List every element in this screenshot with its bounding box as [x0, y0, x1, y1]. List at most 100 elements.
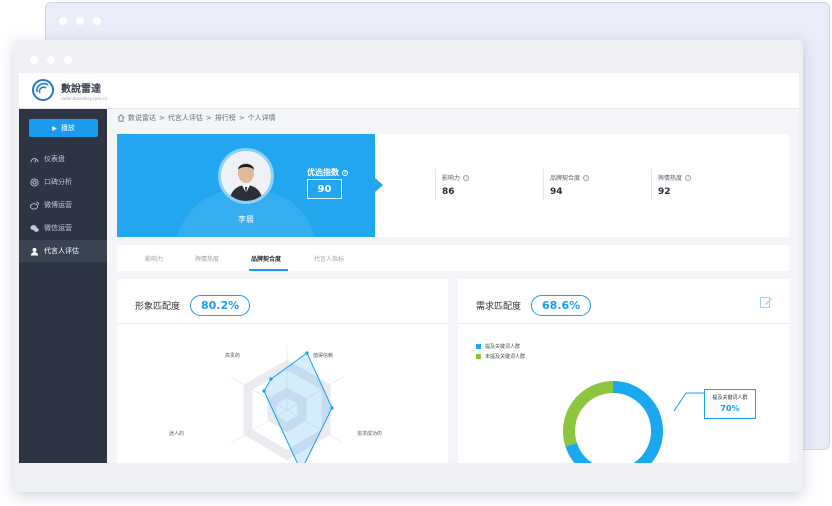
screenshot-stage: 數說雷達 radar.datastory.com.cn ▶ 播放 仪表盘 口碑分… — [0, 0, 832, 506]
sidebar-item-label: 口碑分析 — [44, 178, 72, 186]
breadcrumb: 数说雷达 > 代言人评估 > 排行榜 > 个人详情 — [117, 112, 276, 124]
metric-label: 影响力 ? — [442, 173, 470, 182]
sidebar-item-label: 微信运营 — [44, 224, 72, 232]
window-dot — [64, 56, 72, 64]
dashboard-icon — [30, 157, 39, 162]
metric-influence: 影响力 ? 86 — [442, 173, 470, 197]
metric-value: 86 — [442, 187, 455, 197]
sidebar-item-spokesperson[interactable]: 代言人评估 — [19, 240, 107, 262]
donut-slice-2[interactable] — [563, 381, 614, 447]
metric-label: 品牌契合度 ? — [550, 173, 590, 182]
panel-divider — [458, 323, 789, 324]
metric-label: 舆情热度 ? — [658, 173, 692, 182]
play-button-label: 播放 — [60, 124, 75, 132]
metric-value: 94 — [550, 187, 563, 197]
breadcrumb-item: 个人详情 — [247, 114, 276, 122]
chart-callout: 提及关键词人群 70% — [704, 389, 756, 419]
brand-subtitle: radar.datastory.com.cn — [61, 95, 108, 101]
tab-sentiment-heat[interactable]: 舆情热度 — [195, 245, 219, 271]
legend-label: 未提及关键词人群 — [485, 353, 526, 360]
demand-match-panel: 需求匹配度 68.6% 提及关键词人群 未提及关键词人群 提及关键词人群 70% — [458, 279, 789, 463]
chart-legend: 提及关键词人群 未提及关键词人群 — [476, 341, 525, 361]
score-label-text: 优选指数 — [307, 168, 339, 177]
tab-brand-fit[interactable]: 品牌契合度 — [251, 245, 281, 271]
breadcrumb-item[interactable]: 排行榜 — [215, 113, 236, 123]
target-icon — [30, 177, 39, 187]
percent-badge: 80.2% — [190, 295, 251, 316]
panel-divider — [117, 323, 448, 324]
edit-icon[interactable] — [759, 295, 773, 309]
callout-value: 70% — [720, 404, 740, 413]
tab-spokesperson-metrics[interactable]: 代言人指标 — [314, 245, 344, 271]
sidebar-item-wechat[interactable]: 微信运营 — [19, 217, 107, 239]
sidebar-item-reputation[interactable]: 口碑分析 — [19, 171, 107, 193]
profile-card: 李晨 优选指数 ? 90 影响力 ? 86 品牌契合度 ? 94 舆情热度 ? … — [117, 134, 789, 237]
app-frame: 數說雷達 radar.datastory.com.cn ▶ 播放 仪表盘 口碑分… — [19, 73, 799, 463]
panel-title: 形象匹配度 — [135, 302, 181, 312]
metric-value: 92 — [658, 187, 671, 197]
help-icon[interactable]: ? — [685, 174, 692, 181]
legend-label: 提及关键词人群 — [485, 343, 521, 350]
person-name: 李晨 — [238, 215, 254, 224]
metric-divider — [435, 169, 436, 200]
person-photo — [221, 151, 271, 201]
metric-sentiment-heat: 舆情热度 ? 92 — [658, 173, 692, 197]
browser-window: 數說雷達 radar.datastory.com.cn ▶ 播放 仪表盘 口碑分… — [14, 40, 803, 492]
metric-brand-fit: 品牌契合度 ? 94 — [550, 173, 590, 197]
breadcrumb-separator: > — [159, 114, 165, 122]
window-dots — [59, 17, 101, 25]
home-icon[interactable] — [117, 114, 125, 122]
window-dots — [30, 56, 72, 64]
play-icon: ▶ — [52, 124, 57, 132]
breadcrumb-item[interactable]: 数说雷达 — [128, 113, 156, 123]
profile-highlight: 李晨 优选指数 ? 90 — [117, 134, 375, 237]
avatar — [218, 148, 274, 204]
metric-divider — [543, 169, 544, 200]
window-dot — [47, 56, 55, 64]
legend-item[interactable]: 未提及关键词人群 — [476, 351, 525, 361]
wechat-icon — [30, 224, 39, 232]
radar-axis-label: 高贵的 — [225, 353, 241, 359]
sidebar-item-dashboard[interactable]: 仪表盘 — [19, 148, 107, 170]
sidebar-item-label: 仪表盘 — [44, 155, 65, 163]
radar-axis-label: 迷人的 — [169, 431, 185, 437]
logo-icon — [32, 79, 54, 101]
score-label: 优选指数 ? — [307, 167, 348, 178]
main-content: 数说雷达 > 代言人评估 > 排行榜 > 个人详情 李晨 优选指数 ? 90 影… — [107, 109, 799, 463]
sidebar-item-weibo[interactable]: 微博运营 — [19, 194, 107, 216]
breadcrumb-separator: > — [238, 114, 245, 122]
score-value: 90 — [307, 179, 342, 199]
radar-chart — [230, 345, 344, 463]
brand-name: 數說雷達 — [61, 83, 101, 95]
brand-logo[interactable]: 數說雷達 radar.datastory.com.cn — [31, 78, 107, 102]
tab-influence[interactable]: 影响力 — [145, 245, 163, 271]
weibo-icon — [30, 200, 39, 210]
panel-header: 需求匹配度 68.6% — [476, 295, 592, 316]
callout-connector — [673, 392, 704, 412]
breadcrumb-item[interactable]: 代言人评估 — [168, 113, 203, 123]
sidebar-item-label: 微博运营 — [44, 201, 72, 209]
active-tab-indicator — [249, 269, 288, 271]
sidebar-item-label: 代言人评估 — [44, 247, 79, 255]
help-icon[interactable]: ? — [342, 169, 348, 176]
window-dot — [76, 17, 84, 25]
metric-label-text: 舆情热度 — [658, 175, 683, 182]
panel-title: 需求匹配度 — [476, 302, 522, 312]
callout-label: 提及关键词人群 — [712, 395, 748, 401]
metric-label-text: 影响力 — [442, 175, 461, 182]
legend-swatch — [476, 353, 481, 359]
tab-bar: 影响力 舆情热度 品牌契合度 代言人指标 — [117, 245, 789, 271]
user-icon — [30, 247, 39, 256]
top-bar: 數說雷達 radar.datastory.com.cn — [19, 73, 799, 109]
help-icon[interactable]: ? — [583, 174, 590, 181]
breadcrumb-separator: > — [205, 114, 212, 122]
sidebar: ▶ 播放 仪表盘 口碑分析 微博运营 微信运营 代言人评估 — [19, 109, 107, 463]
radar-axis-label: 值得信赖 — [313, 353, 334, 359]
radar-axis-label: 追求成功的 — [357, 431, 383, 437]
help-icon[interactable]: ? — [463, 174, 470, 181]
panel-header: 形象匹配度 80.2% — [135, 295, 251, 316]
percent-badge: 68.6% — [531, 295, 592, 316]
play-button[interactable]: ▶ 播放 — [29, 119, 98, 137]
metric-divider — [651, 169, 652, 200]
legend-item[interactable]: 提及关键词人群 — [476, 341, 525, 351]
